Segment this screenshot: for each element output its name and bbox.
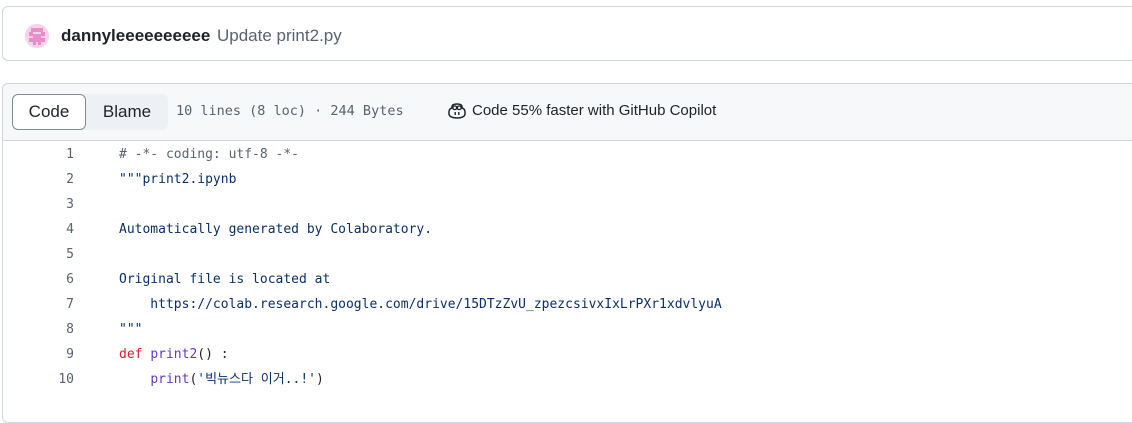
code-line: 5: [3, 242, 1132, 267]
line-number[interactable]: 6: [3, 267, 74, 292]
code-line: 10 print('빅뉴스다 이거..!'): [3, 367, 1132, 392]
code-line: 4 Automatically generated by Colaboratory…: [3, 217, 1132, 242]
code-token-string: """: [119, 322, 143, 337]
code-token-plain: ): [316, 372, 324, 387]
code-line-content: def print2() :: [119, 342, 229, 367]
file-info: 10 lines (8 loc) · 244 Bytes: [176, 103, 404, 119]
code-token-keyword: def: [119, 347, 143, 362]
code-token-string: """print2.ipynb: [119, 172, 237, 187]
code-line-content: Automatically generated by Colaboratory.: [119, 217, 432, 242]
code-line-content: """print2.ipynb: [119, 167, 236, 192]
code-line: 9 def print2() :: [3, 342, 1132, 367]
line-number[interactable]: 1: [3, 142, 74, 167]
latest-commit-bar: dannyleeeeeeeeee Update print2.py: [2, 6, 1132, 61]
line-number[interactable]: 9: [3, 342, 74, 367]
line-number[interactable]: 8: [3, 317, 74, 342]
line-number[interactable]: 2: [3, 167, 74, 192]
code-token-func: print2: [150, 347, 198, 362]
commit-author-link[interactable]: dannyleeeeeeeeee: [61, 26, 210, 46]
code-line: 2 """print2.ipynb: [3, 167, 1132, 192]
code-line: 1 # -*- coding: utf-8 -*-: [3, 142, 1132, 167]
code-line-content: # -*- coding: utf-8 -*-: [119, 142, 299, 167]
commit-message-link[interactable]: Update print2.py: [217, 26, 342, 46]
view-mode-segmented-control: Code Blame: [12, 94, 168, 130]
copilot-promo-link[interactable]: Code 55% faster with GitHub Copilot: [448, 102, 716, 119]
code-tab[interactable]: Code: [12, 94, 86, 130]
line-number[interactable]: 3: [3, 192, 74, 217]
line-number[interactable]: 10: [3, 367, 74, 392]
code-line: 6 Original file is located at: [3, 267, 1132, 292]
code-line: 8 """: [3, 317, 1132, 342]
code-view[interactable]: 1 # -*- coding: utf-8 -*- 2 """print2.ipynb…: [3, 142, 1132, 392]
code-line: 7 https://colab.research.google.com/driv…: [3, 292, 1132, 317]
code-token-string: Original file is located at: [119, 272, 331, 287]
code-token-comment: # -*- coding: utf-8 -*-: [119, 147, 300, 162]
code-line-content: """: [119, 317, 142, 342]
file-header: Code Blame 10 lines (8 loc) · 244 Bytes …: [3, 84, 1132, 141]
copilot-promo-text: Code 55% faster with GitHub Copilot: [472, 102, 717, 119]
line-number[interactable]: 4: [3, 217, 74, 242]
code-line-content: Original file is located at: [119, 267, 330, 292]
code-token-string: Automatically generated by Colaboratory.: [119, 222, 433, 237]
code-token-string: https://colab.research.google.com/drive/…: [119, 297, 722, 312]
code-line-content: print('빅뉴스다 이거..!'): [119, 367, 324, 392]
line-number[interactable]: 7: [3, 292, 74, 317]
code-token-string: '빅뉴스다 이거..!': [197, 372, 317, 387]
blame-tab[interactable]: Blame: [86, 94, 168, 130]
code-line-content: https://colab.research.google.com/drive/…: [119, 292, 722, 317]
code-token-plain: () :: [197, 347, 229, 362]
copilot-icon: [448, 102, 466, 119]
file-viewer: Code Blame 10 lines (8 loc) · 244 Bytes …: [2, 83, 1132, 423]
code-token-func: print: [150, 372, 190, 387]
author-avatar[interactable]: [25, 24, 49, 48]
line-number[interactable]: 5: [3, 242, 74, 267]
code-line: 3: [3, 192, 1132, 217]
